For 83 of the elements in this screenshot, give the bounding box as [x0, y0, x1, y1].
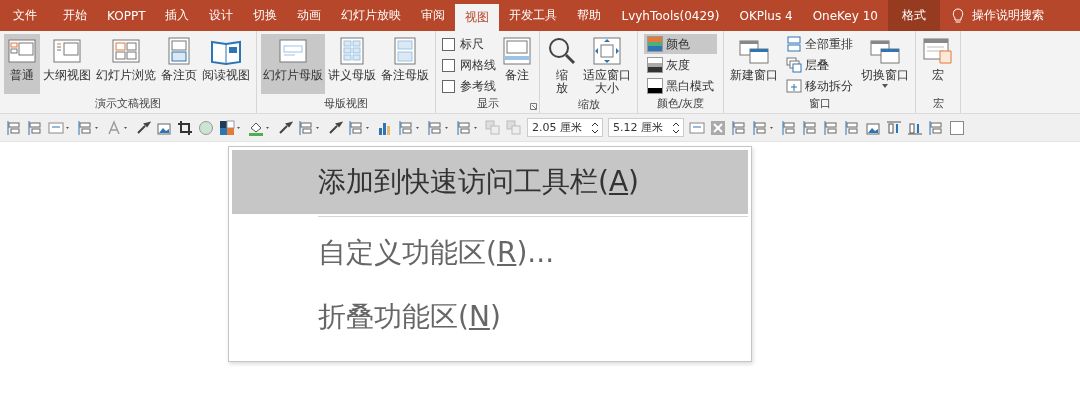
ribbon-tab[interactable]: 开始: [53, 0, 97, 31]
ribbon-button[interactable]: 宏: [920, 34, 956, 94]
dialog-launcher-icon[interactable]: [530, 103, 537, 110]
eyedropper-icon[interactable]: [135, 119, 151, 136]
ribbon-button[interactable]: 切换窗口: [859, 34, 911, 94]
ribbon-tab[interactable]: OneKey 10: [802, 0, 888, 31]
ribbon-tab[interactable]: 插入: [155, 0, 200, 31]
text-box-icon[interactable]: [48, 119, 72, 136]
ribbon-button[interactable]: 适应窗口大小: [581, 34, 633, 97]
delete-icon[interactable]: [710, 119, 726, 136]
notes-icon: [501, 35, 533, 67]
group-label: 显示: [475, 96, 500, 112]
font-letter-icon[interactable]: [106, 119, 130, 136]
ribbon-tab[interactable]: KOPPT: [97, 0, 156, 31]
ribbon-tab[interactable]: LvyhTools(0429): [611, 0, 730, 31]
checkbox[interactable]: [442, 37, 455, 51]
color-swatch-icon: [647, 36, 663, 52]
ribbon-tab[interactable]: 帮助: [567, 0, 612, 31]
eyedropper-icon[interactable]: [327, 119, 343, 136]
move-split-icon: [786, 78, 802, 94]
ribbon-button[interactable]: 备注页: [159, 34, 199, 94]
menu-item[interactable]: 添加到快速访问工具栏(A): [232, 150, 748, 214]
ribbon-button[interactable]: 讲义母版: [326, 34, 378, 94]
ribbon-tab[interactable]: 视图: [455, 4, 500, 31]
ribbon-tab[interactable]: 动画: [287, 0, 332, 31]
group-label: 窗口: [807, 96, 832, 112]
ribbon-button[interactable]: 大纲视图: [41, 34, 93, 94]
ribbon-button[interactable]: 黑白模式: [644, 76, 717, 96]
arrange-all-icon: [786, 36, 802, 52]
size-spin-field[interactable]: 5.12 厘米: [608, 118, 684, 137]
ribbon-button[interactable]: 颜色: [644, 34, 717, 54]
ribbon-button[interactable]: 备注母版: [379, 34, 431, 94]
ribbon-button[interactable]: 新建窗口: [728, 34, 780, 94]
align-left-icon[interactable]: [781, 119, 797, 136]
square-icon[interactable]: [949, 119, 965, 136]
group-label: 缩放: [576, 97, 601, 113]
eyedropper-icon[interactable]: [277, 119, 293, 136]
ribbon-button[interactable]: 灰度: [644, 55, 717, 75]
shades-swatch-icon: [647, 57, 663, 73]
ribbon-tab[interactable]: 格式: [887, 0, 940, 31]
lightbulb-icon: [951, 7, 964, 24]
crop-icon[interactable]: [177, 119, 193, 136]
ribbon-button[interactable]: 幻灯片浏览: [94, 34, 158, 94]
ribbon-tab[interactable]: 审阅: [411, 0, 456, 31]
ribbon-tab[interactable]: OKPlus 4: [729, 0, 803, 31]
menu-item[interactable]: 自定义功能区(R)...: [232, 221, 748, 285]
ribbon-button[interactable]: 移动拆分: [783, 76, 856, 96]
ribbon-button[interactable]: 普通: [4, 34, 40, 94]
ribbon-tab[interactable]: 设计: [199, 0, 244, 31]
spin-arrows-icon[interactable]: [592, 121, 598, 134]
ribbon-button[interactable]: 全部重排: [783, 34, 856, 54]
spin-arrows-icon[interactable]: [673, 121, 679, 134]
fit-to-window-icon: [591, 35, 623, 67]
magnifier-icon: [546, 35, 578, 67]
group-label: 颜色/灰度: [655, 96, 706, 112]
checkbox-option[interactable]: 网格线: [442, 55, 496, 75]
macro-icon: [922, 35, 954, 67]
search-field[interactable]: 操作说明搜索: [971, 7, 1044, 24]
ribbon-button[interactable]: 备注: [499, 34, 535, 94]
ribbon-tab[interactable]: 幻灯片放映: [331, 0, 412, 31]
checkbox[interactable]: [442, 79, 455, 93]
mode-swatch-icon: [647, 78, 663, 94]
group-label: 宏: [932, 96, 944, 112]
circle-icon[interactable]: [198, 119, 214, 136]
color-grid-icon[interactable]: [219, 119, 243, 136]
size-spin-field[interactable]: 2.05 厘米: [527, 118, 603, 137]
ribbon-tab[interactable]: 开发工具: [499, 0, 568, 31]
checkbox[interactable]: [442, 58, 455, 72]
ribbon-tab[interactable]: 切换: [243, 0, 288, 31]
ribbon-button[interactable]: 幻灯片母版: [261, 34, 325, 94]
ribbon-tab[interactable]: 文件: [0, 0, 47, 31]
ribbon-button[interactable]: 层叠: [783, 55, 856, 75]
checkbox-option[interactable]: 标尺: [442, 34, 496, 54]
group-label: 演示文稿视图: [94, 96, 162, 112]
align-top-icon[interactable]: [886, 119, 902, 136]
checkbox-option[interactable]: 参考线: [442, 76, 496, 96]
align-left-icon[interactable]: [348, 119, 372, 136]
menu-item[interactable]: 折叠功能区(N): [232, 285, 748, 349]
text-box-icon[interactable]: [689, 119, 705, 136]
cascade-icon: [786, 57, 802, 73]
group-label: 母版视图: [323, 96, 369, 112]
ribbon-button[interactable]: 缩放: [544, 34, 580, 97]
ribbon-button[interactable]: 阅读视图: [200, 34, 252, 94]
